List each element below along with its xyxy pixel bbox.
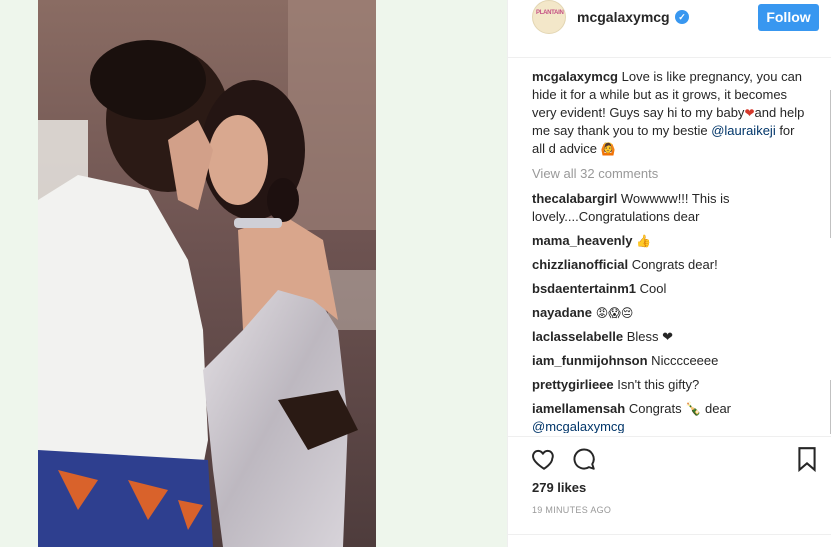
comment-username[interactable]: bsdaentertainm1 bbox=[532, 281, 636, 296]
comments-list[interactable]: mcgalaxymcg Love is like pregnancy, you … bbox=[532, 68, 810, 433]
comment-username[interactable]: iam_funmijohnson bbox=[532, 353, 648, 368]
list-item: bsdaentertainm1 Cool bbox=[532, 280, 810, 298]
comment-username[interactable]: laclasselabelle bbox=[532, 329, 623, 344]
heart-emoji-icon: ❤ bbox=[744, 106, 755, 120]
comment-bubble-icon[interactable] bbox=[571, 446, 597, 472]
list-item: thecalabargirl Wowwww!!! This is lovely.… bbox=[532, 190, 810, 226]
comment-username[interactable]: chizzlianofficial bbox=[532, 257, 628, 272]
verified-badge-icon: ✓ bbox=[675, 10, 689, 24]
caption-mention[interactable]: @lauraikeji bbox=[711, 123, 776, 138]
list-item: laclasselabelle Bless ❤ bbox=[532, 328, 810, 346]
comment-text: Nicccceeee bbox=[647, 353, 719, 368]
couple-photo-image bbox=[38, 0, 376, 547]
comment-username[interactable]: nayadane bbox=[532, 305, 592, 320]
comment-username[interactable]: thecalabargirl bbox=[532, 191, 617, 206]
likes-count[interactable]: 279 likes bbox=[532, 480, 586, 495]
comment-text: Bless ❤ bbox=[623, 329, 673, 344]
post-actions: 279 likes 19 MINUTES AGO bbox=[508, 436, 831, 547]
comment-username[interactable]: iamellamensah bbox=[532, 401, 625, 416]
list-item: chizzlianofficial Congrats dear! bbox=[532, 256, 810, 274]
comment-text: Congrats dear! bbox=[628, 257, 718, 272]
list-item: iam_funmijohnson Nicccceeee bbox=[532, 352, 810, 370]
post-caption: mcgalaxymcg Love is like pregnancy, you … bbox=[532, 68, 810, 158]
divider bbox=[508, 534, 831, 535]
comment-text: 😡😱😔 bbox=[591, 306, 634, 320]
comment-mention[interactable]: @mcgalaxymcg bbox=[532, 419, 625, 433]
post-header: PLANTAIN mcgalaxymcg ✓ Follow bbox=[508, 0, 831, 58]
like-heart-icon[interactable] bbox=[531, 446, 557, 472]
post-detail-panel: PLANTAIN mcgalaxymcg ✓ Follow mcgalaxymc… bbox=[507, 0, 831, 547]
list-item: iamellamensah Congrats 🍾 dear @mcgalaxymc… bbox=[532, 400, 810, 433]
comment-text: Congrats 🍾 dear bbox=[625, 401, 732, 416]
people-emoji-icon: 🙆 bbox=[600, 142, 616, 156]
post-photo[interactable] bbox=[38, 0, 376, 547]
post-timestamp: 19 MINUTES AGO bbox=[532, 505, 612, 515]
list-item: prettygirlieee Isn't this gifty? bbox=[532, 376, 810, 394]
caption-username[interactable]: mcgalaxymcg bbox=[532, 69, 618, 84]
bookmark-save-icon[interactable] bbox=[796, 446, 818, 473]
comment-text: 👍 bbox=[632, 234, 652, 248]
comment-username[interactable]: prettygirlieee bbox=[532, 377, 614, 392]
list-item: nayadane 😡😱😔 bbox=[532, 304, 810, 322]
avatar-logo-text: PLANTAIN bbox=[536, 10, 564, 16]
comment-username[interactable]: mama_heavenly bbox=[532, 233, 632, 248]
follow-button[interactable]: Follow bbox=[758, 4, 819, 31]
header-username[interactable]: mcgalaxymcg bbox=[577, 9, 670, 25]
comment-text: Isn't this gifty? bbox=[613, 377, 700, 392]
list-item: mama_heavenly 👍 bbox=[532, 232, 810, 250]
view-all-comments-link[interactable]: View all 32 comments bbox=[532, 165, 810, 183]
comment-text: Cool bbox=[636, 281, 667, 296]
avatar[interactable]: PLANTAIN bbox=[532, 0, 566, 34]
